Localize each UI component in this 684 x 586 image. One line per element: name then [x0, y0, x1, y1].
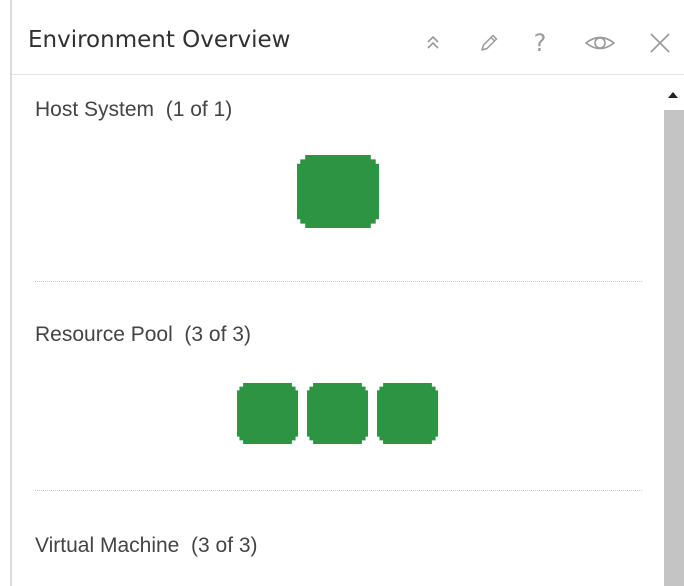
scrollbar-thumb[interactable] — [664, 110, 684, 586]
widget-title: Environment Overview — [28, 27, 291, 53]
section-divider — [35, 490, 642, 491]
section-divider — [35, 281, 642, 282]
close-button[interactable] — [644, 24, 676, 62]
section-title: Virtual Machine (3 of 3) — [35, 534, 258, 557]
object-grid — [237, 383, 438, 444]
section-virtual-machine: Virtual Machine (3 of 3) — [12, 492, 662, 586]
widget-content: Host System (1 of 1) Resource Pool (3 of… — [12, 76, 662, 586]
widget-header: Environment Overview ? — [12, 0, 684, 75]
object-grid — [297, 155, 379, 228]
collapse-icon — [423, 33, 443, 53]
section-title: Resource Pool (3 of 3) — [35, 323, 251, 346]
triangle-up-icon — [666, 85, 680, 104]
pencil-icon — [477, 31, 501, 55]
scroll-up-button[interactable] — [662, 84, 684, 104]
edit-button[interactable] — [473, 24, 505, 62]
host-status-tile[interactable] — [297, 155, 379, 228]
section-host-system: Host System (1 of 1) — [12, 76, 662, 286]
show-button[interactable] — [580, 24, 620, 62]
resource-pool-status-tile[interactable] — [237, 383, 298, 444]
help-button[interactable]: ? — [524, 24, 556, 62]
vertical-scrollbar[interactable] — [662, 76, 684, 586]
resource-pool-status-tile[interactable] — [307, 383, 368, 444]
section-resource-pool: Resource Pool (3 of 3) — [12, 286, 662, 492]
eye-icon — [583, 31, 617, 55]
close-icon — [648, 31, 672, 55]
resource-pool-status-tile[interactable] — [377, 383, 438, 444]
environment-overview-widget: Environment Overview ? Host System (1 of… — [0, 0, 684, 586]
help-icon: ? — [533, 29, 547, 57]
section-title: Host System (1 of 1) — [35, 98, 233, 121]
collapse-button[interactable] — [417, 24, 449, 62]
